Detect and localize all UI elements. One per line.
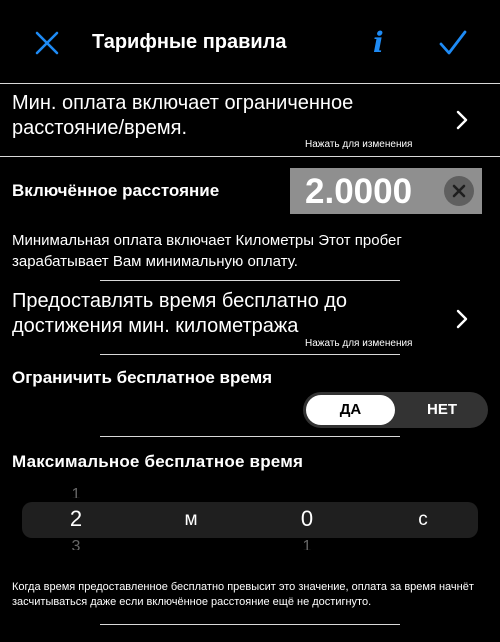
tap-to-change-hint: Нажать для изменения [305,338,413,349]
checkmark-icon[interactable] [438,30,468,56]
toggle-option-yes[interactable]: ДА [306,395,395,425]
picker-minutes-below: 3 [71,540,81,550]
divider [100,354,400,355]
limit-free-time-label: Ограничить бесплатное время [12,368,273,387]
max-free-time-footnote: Когда время предоставленное бесплатно пр… [12,581,474,608]
clear-button[interactable] [444,176,474,206]
chevron-right-icon[interactable] [455,308,469,330]
tap-to-change-hint: Нажать для изменения [305,139,413,150]
min-fare-option[interactable]: Мин. оплата включает ограниченное рассто… [12,91,432,141]
divider [0,83,500,84]
max-free-time-heading: Максимальное бесплатное время [12,452,304,471]
divider [100,436,400,437]
picker-seconds-unit: с [418,509,428,530]
picker-minutes-unit: м [184,509,198,530]
close-icon[interactable] [34,30,60,56]
page-title: Тарифные правила [92,31,287,53]
clear-icon [452,184,466,198]
divider [0,156,500,157]
picker-minutes-above: 1 [71,488,81,498]
min-fare-description: Минимальная оплата включает Километры Эт… [12,232,402,270]
included-distance-label: Включённое расстояние [12,181,220,200]
free-time-option[interactable]: Предоставлять время бесплатно до достиже… [12,289,432,339]
toggle-option-no[interactable]: НЕТ [398,395,486,425]
divider [100,280,400,281]
picker-seconds-below: 1 [302,540,312,550]
picker-seconds-value[interactable]: 0 [292,506,322,532]
picker-minutes-value[interactable]: 2 [61,506,91,532]
info-icon[interactable]: i [373,26,384,59]
divider [100,624,400,625]
included-distance-value[interactable]: 2.0000 [305,172,412,212]
chevron-right-icon[interactable] [455,109,469,131]
